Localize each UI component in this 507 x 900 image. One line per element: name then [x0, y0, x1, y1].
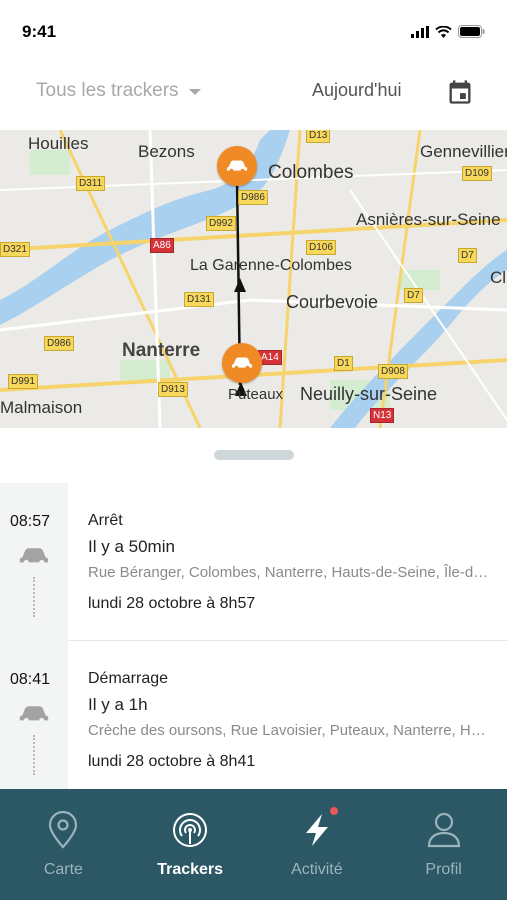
map-place: Bezons	[138, 142, 195, 161]
caret-down-icon	[188, 89, 201, 95]
tab-label: Profil	[425, 861, 462, 878]
tab-activite[interactable]: Activité	[254, 789, 381, 900]
road-badge: A86	[150, 238, 174, 253]
map-place: Puteaux	[228, 386, 284, 403]
car-icon	[226, 160, 248, 173]
event-relative-time: Il y a 1h	[88, 695, 148, 714]
timeline-connector	[33, 577, 35, 617]
map-pin-icon	[49, 811, 78, 849]
map-place: La Garenne-Colombes	[190, 257, 352, 274]
timeline-rail: 08:57	[0, 483, 68, 641]
vehicle-marker-start[interactable]	[222, 343, 262, 383]
road-badge: D913	[158, 382, 188, 397]
timeline-item[interactable]: 08:41 Démarrage Il y a 1h Crèche des our…	[0, 641, 507, 799]
tab-carte[interactable]: Carte	[0, 789, 127, 900]
timeline-time: 08:57	[10, 513, 51, 530]
map-place: Neuilly-sur-Seine	[300, 384, 438, 404]
date-filter[interactable]: Aujourd'hui	[312, 80, 402, 101]
vehicle-marker-end[interactable]	[217, 146, 257, 186]
road-badge: D986	[238, 190, 268, 205]
event-address: Crèche des oursons, Rue Lavoisier, Putea…	[88, 722, 489, 739]
road-badge: D109	[462, 166, 492, 181]
car-icon	[19, 548, 49, 565]
notification-badge	[329, 807, 338, 815]
activity-timeline: 08:57 Arrêt Il y a 50min Rue Béranger, C…	[0, 483, 507, 799]
road-badge: D13	[306, 130, 331, 143]
map-place: Malmaison	[0, 398, 83, 417]
calendar-button[interactable]	[446, 78, 474, 106]
road-badge: D311	[76, 176, 106, 191]
road-badge: D7	[404, 288, 423, 303]
event-title: Démarrage	[88, 670, 169, 687]
map-place: Colombes	[268, 162, 354, 183]
car-icon	[19, 706, 49, 723]
sheet-drag-handle[interactable]	[214, 450, 294, 460]
map-place: Nanterre	[122, 340, 201, 361]
tab-label: Trackers	[157, 861, 224, 878]
status-icons	[411, 25, 485, 38]
event-relative-time: Il y a 50min	[88, 537, 175, 556]
event-address: Rue Béranger, Colombes, Nanterre, Hauts-…	[88, 564, 489, 581]
road-badge: D7	[458, 248, 477, 263]
timeline-content: Démarrage Il y a 1h Crèche des oursons, …	[88, 669, 489, 775]
tab-label: Carte	[43, 861, 83, 878]
event-date: lundi 28 octobre à 8h41	[88, 753, 256, 770]
map-place: Gennevilliers	[420, 142, 507, 161]
map-place: Houilles	[28, 134, 89, 153]
road-badge: N13	[370, 408, 395, 423]
event-date: lundi 28 octobre à 8h57	[88, 595, 256, 612]
tab-trackers[interactable]: Trackers	[127, 789, 254, 900]
tab-profil[interactable]: Profil	[380, 789, 507, 900]
timeline-time: 08:41	[10, 671, 51, 688]
status-time: 9:41	[22, 22, 57, 41]
car-icon	[231, 357, 253, 370]
bottom-tab-bar: Carte Trackers Activité Profil	[0, 789, 507, 900]
calendar-icon	[449, 80, 471, 104]
map-place: Cli	[490, 268, 507, 287]
signal-icon	[411, 25, 429, 38]
user-icon	[427, 812, 460, 848]
tracker-select-label: Tous les trackers	[36, 80, 179, 101]
map-place: Courbevoie	[286, 292, 379, 312]
timeline-item[interactable]: 08:57 Arrêt Il y a 50min Rue Béranger, C…	[0, 483, 507, 641]
road-badge: D1	[334, 356, 353, 371]
event-title: Arrêt	[88, 512, 123, 529]
tracker-select[interactable]: Tous les trackers	[36, 80, 201, 102]
road-badge: D986	[44, 336, 74, 351]
road-badge: D991	[8, 374, 38, 389]
status-bar: 9:41	[0, 0, 507, 60]
timeline-content: Arrêt Il y a 50min Rue Béranger, Colombe…	[88, 511, 489, 617]
road-badge: D106	[306, 240, 336, 255]
road-badge: D131	[184, 292, 214, 307]
map-place: Asnières-sur-Seine	[356, 210, 501, 229]
filter-bar: Tous les trackers Aujourd'hui	[0, 60, 507, 130]
road-badge: D321	[0, 242, 30, 257]
battery-icon	[458, 25, 485, 38]
timeline-connector	[33, 735, 35, 775]
wifi-icon	[435, 25, 452, 38]
road-badge: D908	[378, 364, 408, 379]
timeline-rail: 08:41	[0, 641, 68, 799]
map-view[interactable]: Houilles Bezons Colombes Gennevilliers A…	[0, 130, 507, 428]
tab-label: Activité	[291, 861, 343, 878]
road-badge: D992	[206, 216, 236, 231]
radar-icon	[173, 813, 208, 847]
lightning-icon	[305, 814, 328, 846]
